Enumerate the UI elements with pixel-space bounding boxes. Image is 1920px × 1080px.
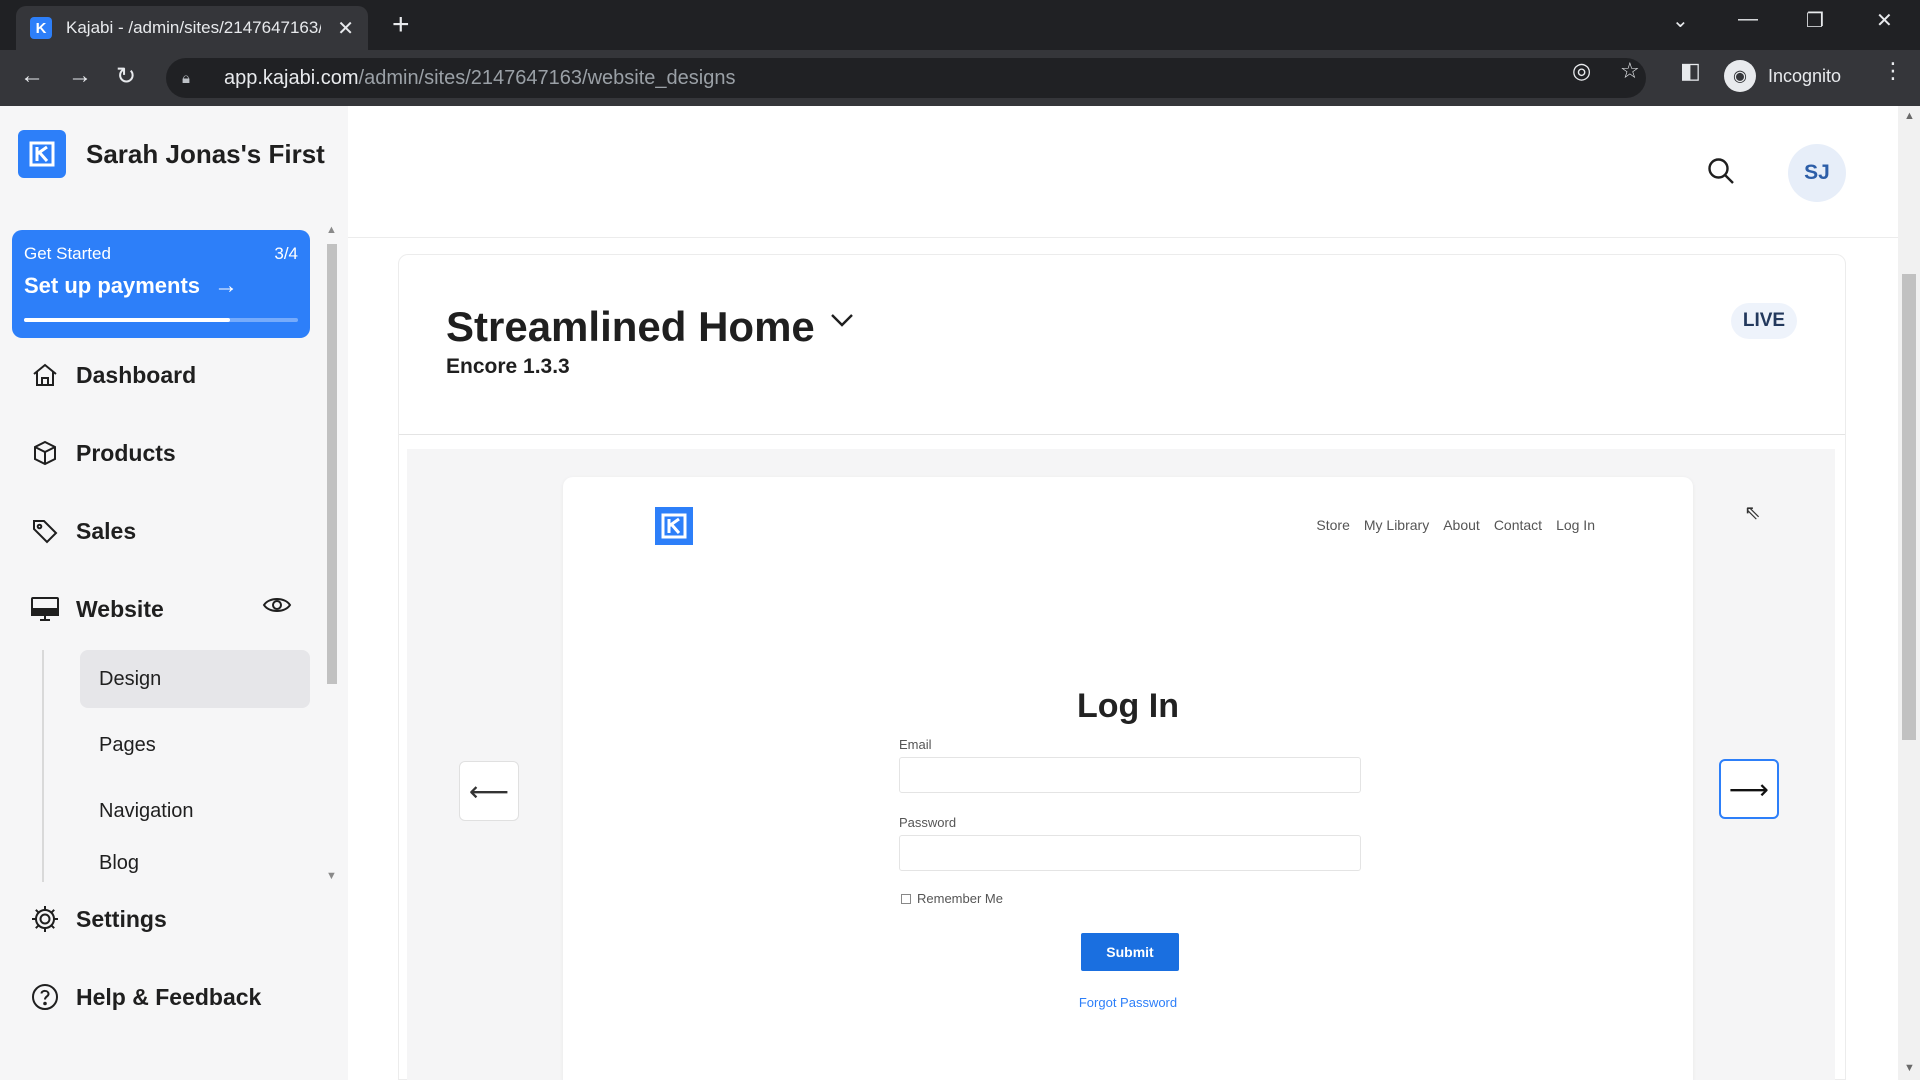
home-icon xyxy=(28,358,62,392)
status-badge: LIVE xyxy=(1731,303,1797,339)
subnav-divider xyxy=(42,650,44,882)
scroll-down-icon[interactable]: ▼ xyxy=(1904,1062,1915,1074)
bookmark-star-icon[interactable]: ☆ xyxy=(1620,58,1640,84)
theme-card: Streamlined Home Encore 1.3.3 LIVE ⟵ ⟶ S… xyxy=(398,254,1846,1080)
sidebar-item-label: Settings xyxy=(76,905,167,932)
preview-forgot-password: Forgot Password xyxy=(1078,995,1178,1010)
sidebar-item-dashboard[interactable]: Dashboard xyxy=(28,358,196,392)
preview-nav-link: About xyxy=(1443,517,1480,533)
tag-icon xyxy=(28,514,62,548)
sidebar-subitem-pages[interactable]: Pages xyxy=(80,716,310,774)
theme-name[interactable]: Streamlined Home xyxy=(446,303,815,351)
preview-email-label: Email xyxy=(899,737,932,752)
scroll-up-icon[interactable]: ▲ xyxy=(1904,110,1915,122)
browser-tab[interactable]: K Kajabi - /admin/sites/2147647163/ ✕ xyxy=(16,6,368,50)
sidebar-subitem-blog[interactable]: Blog xyxy=(80,848,310,878)
sidebar-subitem-navigation[interactable]: Navigation xyxy=(80,782,310,840)
sidebar-subitem-design[interactable]: Design xyxy=(80,650,310,708)
kajabi-favicon-icon: K xyxy=(30,17,52,39)
get-started-step: 3/4 xyxy=(274,244,298,263)
preview-title: Log In xyxy=(1077,687,1179,725)
new-tab-button[interactable]: + xyxy=(392,8,410,42)
sidebar: Sarah Jonas's First Get Started 3/4 Set … xyxy=(0,106,348,1080)
close-tab-icon[interactable]: ✕ xyxy=(337,16,354,41)
site-name: Sarah Jonas's First xyxy=(86,138,325,169)
browser-toolbar: ← → ↻ 🔒︎ app.kajabi.com/admin/sites/2147… xyxy=(0,50,1920,106)
page-preview[interactable]: Store My Library About Contact Log In Lo… xyxy=(563,477,1693,1080)
site-brand[interactable]: Sarah Jonas's First xyxy=(18,130,325,178)
sidebar-item-label: Help & Feedback xyxy=(76,983,262,1010)
arrow-right-icon[interactable]: ⟶ xyxy=(1719,759,1779,819)
sidebar-item-label: Dashboard xyxy=(76,361,197,388)
tracking-protection-icon[interactable]: ◎ xyxy=(1572,58,1591,84)
sidebar-item-settings[interactable]: Settings xyxy=(28,902,167,936)
main-header xyxy=(348,106,1898,238)
theme-card-header: Streamlined Home Encore 1.3.3 LIVE xyxy=(399,255,1845,435)
preview-nav-link: Log In xyxy=(1556,517,1595,533)
sidebar-item-products[interactable]: Products xyxy=(28,436,176,470)
mouse-cursor-icon: ⇖ xyxy=(1744,502,1761,524)
page-scrollbar[interactable]: ▲ ▼ xyxy=(1898,106,1920,1080)
back-icon[interactable]: ← xyxy=(20,62,44,90)
sidebar-item-label: Website xyxy=(76,595,164,622)
window-close-icon[interactable]: ✕ xyxy=(1876,8,1893,33)
kajabi-logo-icon xyxy=(18,130,66,178)
page-scroll-thumb[interactable] xyxy=(1902,274,1916,740)
sidebar-item-sales[interactable]: Sales xyxy=(28,514,136,548)
restore-icon[interactable]: ❐ xyxy=(1806,8,1824,33)
address-bar[interactable]: 🔒︎ app.kajabi.com/admin/sites/2147647163… xyxy=(166,58,1646,98)
preview-password-label: Password xyxy=(899,815,957,830)
preview-nav-link: Contact xyxy=(1493,517,1543,533)
chevron-down-icon[interactable] xyxy=(829,311,855,334)
get-started-card[interactable]: Get Started 3/4 Set up payments → xyxy=(12,230,310,338)
scroll-up-icon[interactable]: ▲ xyxy=(326,224,337,236)
tab-title: Kajabi - /admin/sites/2147647163/ xyxy=(66,18,321,37)
get-started-action: Set up payments xyxy=(24,273,201,298)
box-icon xyxy=(28,436,62,470)
forward-icon[interactable]: → xyxy=(68,62,92,90)
sidebar-item-website[interactable]: Website xyxy=(28,592,164,626)
browser-menu-icon[interactable]: ⋮ xyxy=(1882,58,1904,84)
preview-nav: Store My Library About Contact Log In xyxy=(1316,517,1595,533)
side-panel-icon[interactable]: ◧ xyxy=(1680,58,1701,84)
gear-icon xyxy=(28,902,62,936)
sidebar-scroll-thumb[interactable] xyxy=(327,244,337,684)
sidebar-item-label: Products xyxy=(76,439,176,466)
eye-icon[interactable] xyxy=(262,594,292,621)
arrow-right-icon: → xyxy=(214,272,239,299)
incognito-icon: ◉ xyxy=(1724,60,1756,92)
search-icon[interactable] xyxy=(1706,156,1736,191)
preview-remember-me: Remember Me xyxy=(901,891,1003,906)
monitor-icon xyxy=(28,592,62,626)
preview-email-field xyxy=(899,757,1361,793)
avatar[interactable]: SJ xyxy=(1788,144,1846,202)
kajabi-logo-icon xyxy=(655,507,693,545)
sidebar-scrollbar[interactable]: ▲ ▼ xyxy=(324,224,340,884)
minimize-icon[interactable]: — xyxy=(1738,8,1758,31)
theme-version: Encore 1.3.3 xyxy=(446,355,570,378)
preview-nav-link: My Library xyxy=(1363,517,1430,533)
get-started-label: Get Started xyxy=(24,244,111,263)
get-started-progress xyxy=(24,318,298,322)
preview-submit-button: Submit xyxy=(1081,933,1179,971)
browser-tab-bar: K Kajabi - /admin/sites/2147647163/ ✕ + … xyxy=(0,0,1920,50)
tab-search-icon[interactable]: ⌄ xyxy=(1672,8,1689,33)
scroll-down-icon[interactable]: ▼ xyxy=(326,870,337,882)
sidebar-item-help[interactable]: Help & Feedback xyxy=(28,980,261,1014)
sidebar-item-label: Sales xyxy=(76,517,137,544)
help-circle-icon xyxy=(28,980,62,1014)
checkbox-icon xyxy=(901,893,911,904)
lock-icon: 🔒︎ xyxy=(182,69,190,87)
reload-icon[interactable]: ↻ xyxy=(116,62,136,91)
preview-password-field xyxy=(899,835,1361,871)
preview-remember-label: Remember Me xyxy=(917,891,1003,906)
url-text: app.kajabi.com/admin/sites/2147647163/we… xyxy=(224,66,736,89)
incognito-label: Incognito xyxy=(1768,65,1842,86)
preview-nav-link: Store xyxy=(1316,517,1350,533)
incognito-indicator[interactable]: ◉ Incognito xyxy=(1724,56,1841,96)
theme-preview-carousel: ⟵ ⟶ Store My Library About Contact Log I… xyxy=(407,449,1835,1080)
arrow-left-icon[interactable]: ⟵ xyxy=(459,761,519,821)
